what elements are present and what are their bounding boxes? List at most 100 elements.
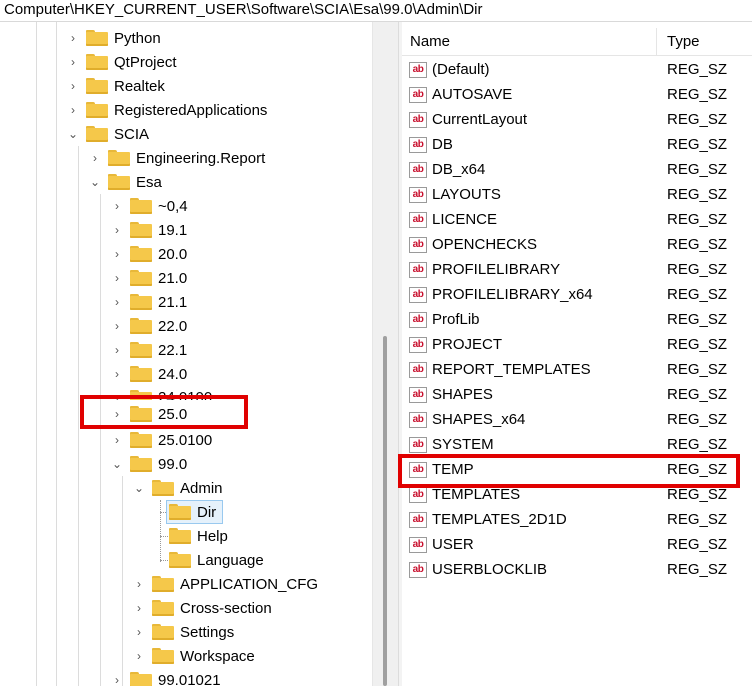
tree-node-qtproject[interactable]: › QtProject — [66, 50, 179, 74]
column-header-name[interactable]: Name — [410, 33, 450, 50]
scrollbar-thumb[interactable] — [383, 336, 387, 686]
address-bar[interactable]: Computer\HKEY_CURRENT_USER\Software\SCIA… — [0, 0, 752, 22]
chevron-right-icon[interactable]: › — [110, 338, 124, 362]
chevron-right-icon[interactable]: › — [66, 98, 80, 122]
list-item[interactable]: ab USERBLOCKLIB REG_SZ — [402, 557, 752, 582]
string-value-icon: ab — [409, 561, 427, 578]
chevron-right-icon[interactable]: › — [132, 644, 146, 668]
chevron-right-icon[interactable]: › — [110, 428, 124, 452]
list-item[interactable]: ab REPORT_TEMPLATES REG_SZ — [402, 357, 752, 382]
list-item[interactable]: ab PROJECT REG_SZ — [402, 332, 752, 357]
value-name: SHAPES — [432, 386, 493, 403]
tree-node-21-0[interactable]: › 21.0 — [110, 266, 189, 290]
chevron-right-icon[interactable]: › — [110, 290, 124, 314]
list-item[interactable]: ab LAYOUTS REG_SZ — [402, 182, 752, 207]
chevron-right-icon[interactable]: › — [132, 572, 146, 596]
tree-node-99-01021[interactable]: › 99.01021 — [110, 668, 223, 686]
list-item[interactable]: ab SHAPES_x64 REG_SZ — [402, 407, 752, 432]
string-value-icon: ab — [409, 486, 427, 503]
list-item[interactable]: ab SHAPES REG_SZ — [402, 382, 752, 407]
tree-node-cross-section[interactable]: › Cross-section — [132, 596, 274, 620]
tree-node-help[interactable]: Help — [166, 524, 230, 548]
chevron-right-icon[interactable]: › — [110, 266, 124, 290]
string-value-icon: ab — [409, 136, 427, 153]
folder-icon — [130, 294, 152, 310]
value-type: REG_SZ — [667, 436, 728, 453]
chevron-right-icon[interactable]: › — [110, 242, 124, 266]
tree-node-realtek[interactable]: › Realtek — [66, 74, 167, 98]
folder-icon — [130, 318, 152, 334]
string-value-icon: ab — [409, 311, 427, 328]
chevron-down-icon[interactable]: ⌄ — [88, 170, 102, 194]
folder-open-icon — [152, 480, 174, 496]
list-item[interactable]: ab (Default) REG_SZ — [402, 57, 752, 82]
tree-node-engineering-report[interactable]: › Engineering.Report — [88, 146, 267, 170]
string-value-icon: ab — [409, 411, 427, 428]
list-item[interactable]: ab PROFILELIBRARY_x64 REG_SZ — [402, 282, 752, 307]
folder-icon — [86, 54, 108, 70]
chevron-right-icon[interactable]: › — [66, 26, 80, 50]
folder-icon — [108, 150, 130, 166]
column-header-type[interactable]: Type — [667, 33, 700, 50]
chevron-right-icon[interactable]: › — [66, 50, 80, 74]
tree-node-19-1[interactable]: › 19.1 — [110, 218, 189, 242]
value-type: REG_SZ — [667, 561, 728, 578]
value-type: REG_SZ — [667, 311, 728, 328]
value-name: PROFILELIBRARY — [432, 261, 561, 278]
tree-node-language[interactable]: Language — [166, 548, 266, 572]
chevron-right-icon[interactable]: › — [132, 620, 146, 644]
chevron-down-icon[interactable]: ⌄ — [66, 122, 80, 146]
value-name: SYSTEM — [432, 436, 494, 453]
list-item[interactable]: ab DB REG_SZ — [402, 132, 752, 157]
chevron-right-icon[interactable]: › — [66, 74, 80, 98]
value-name: AUTOSAVE — [432, 86, 513, 103]
value-type: REG_SZ — [667, 411, 728, 428]
list-item[interactable]: ab TEMPLATES_2D1D REG_SZ — [402, 507, 752, 532]
chevron-right-icon[interactable]: › — [132, 596, 146, 620]
chevron-right-icon[interactable]: › — [110, 194, 124, 218]
tree-node-25-0100[interactable]: › 25.0100 — [110, 428, 214, 452]
tree-node-20-0[interactable]: › 20.0 — [110, 242, 189, 266]
chevron-right-icon[interactable]: › — [110, 314, 124, 338]
list-item[interactable]: ab AUTOSAVE REG_SZ — [402, 82, 752, 107]
value-type: REG_SZ — [667, 361, 728, 378]
value-type: REG_SZ — [667, 536, 728, 553]
tree-node-21-1[interactable]: › 21.1 — [110, 290, 189, 314]
tree-node-24-0[interactable]: › 24.0 — [110, 362, 189, 386]
list-item[interactable]: ab ProfLib REG_SZ — [402, 307, 752, 332]
tree-node-application-cfg[interactable]: › APPLICATION_CFG — [132, 572, 320, 596]
tree-node-admin[interactable]: ⌄ Admin — [132, 476, 225, 500]
tree-node-workspace[interactable]: › Workspace — [132, 644, 257, 668]
list-item[interactable]: ab LICENCE REG_SZ — [402, 207, 752, 232]
tree-node-dir-selected[interactable]: Dir — [166, 500, 224, 524]
value-name: REPORT_TEMPLATES — [432, 361, 591, 378]
string-value-icon: ab — [409, 186, 427, 203]
chevron-right-icon[interactable]: › — [110, 362, 124, 386]
tree-node-python[interactable]: › Python — [66, 26, 163, 50]
column-separator[interactable] — [656, 28, 657, 56]
list-item[interactable]: ab CurrentLayout REG_SZ — [402, 107, 752, 132]
value-name: PROFILELIBRARY_x64 — [432, 286, 593, 303]
string-value-icon: ab — [409, 111, 427, 128]
tree-node-22-0[interactable]: › 22.0 — [110, 314, 189, 338]
list-item[interactable]: ab OPENCHECKS REG_SZ — [402, 232, 752, 257]
list-item[interactable]: ab PROFILELIBRARY REG_SZ — [402, 257, 752, 282]
chevron-down-icon[interactable]: ⌄ — [132, 476, 146, 500]
tree-node-esa[interactable]: ⌄ Esa — [88, 170, 164, 194]
tree-node-scia[interactable]: ⌄ SCIA — [66, 122, 151, 146]
tree-node-99-0[interactable]: ⌄ 99.0 — [110, 452, 189, 476]
chevron-down-icon[interactable]: ⌄ — [110, 452, 124, 476]
tree-vertical-scrollbar[interactable] — [372, 22, 398, 686]
tree-node-registered-applications[interactable]: › RegisteredApplications — [66, 98, 269, 122]
chevron-right-icon[interactable]: › — [110, 218, 124, 242]
chevron-right-icon[interactable]: › — [88, 146, 102, 170]
folder-icon — [130, 432, 152, 448]
tree-node-settings[interactable]: › Settings — [132, 620, 236, 644]
tree-node-0-4[interactable]: › ~0,4 — [110, 194, 190, 218]
chevron-right-icon[interactable]: › — [110, 668, 124, 686]
list-item[interactable]: ab USER REG_SZ — [402, 532, 752, 557]
value-name: TEMPLATES — [432, 486, 521, 503]
tree-node-22-1[interactable]: › 22.1 — [110, 338, 189, 362]
tree-guide — [122, 476, 123, 686]
list-item[interactable]: ab DB_x64 REG_SZ — [402, 157, 752, 182]
